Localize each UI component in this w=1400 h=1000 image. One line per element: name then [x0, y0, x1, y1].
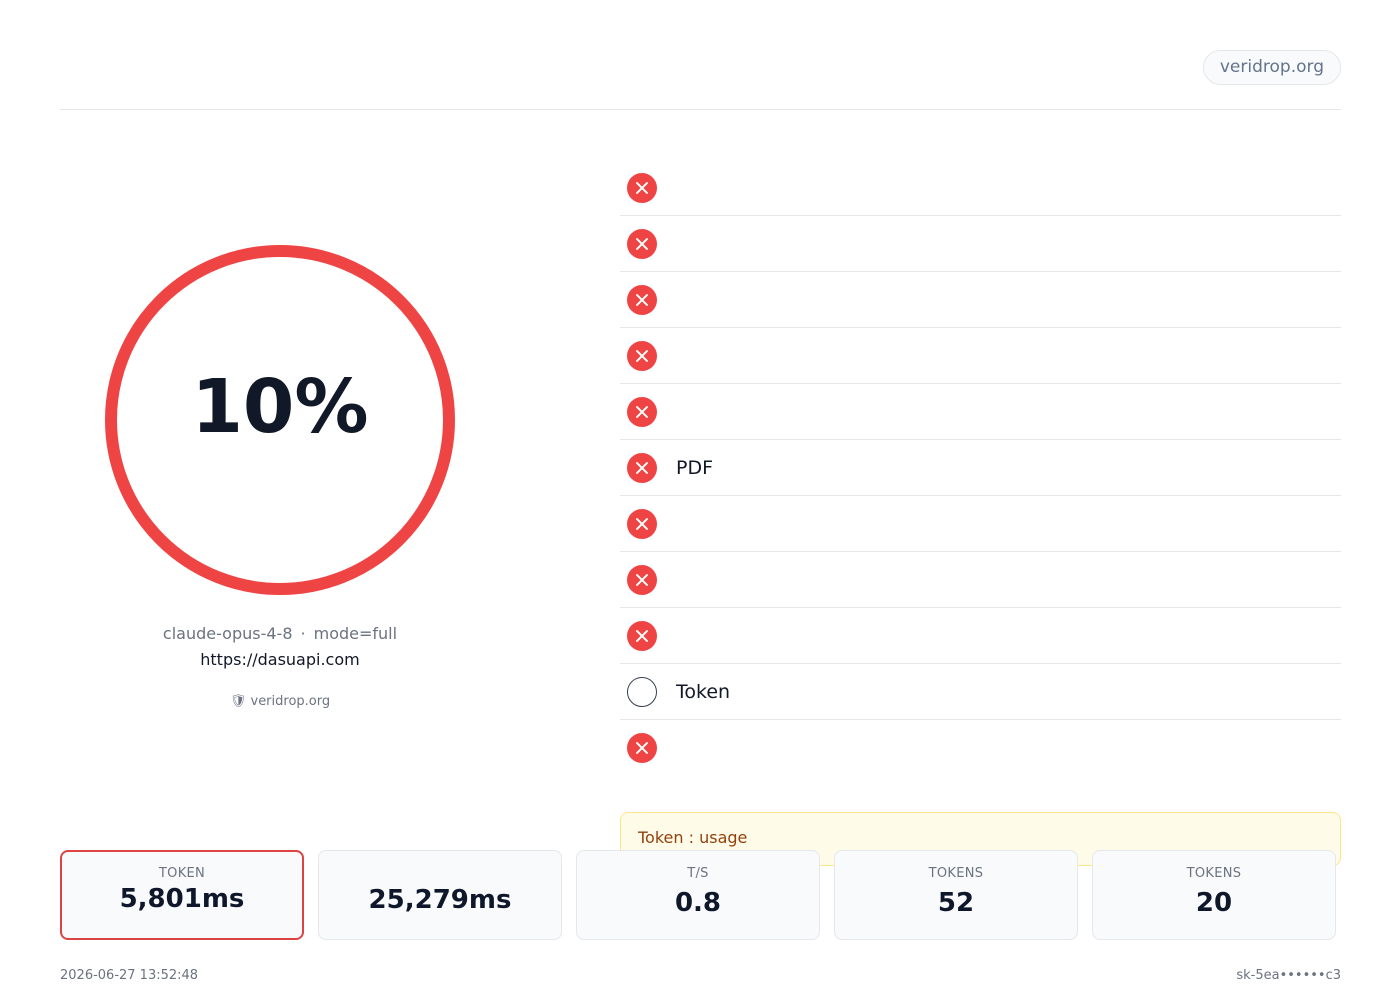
footer-timestamp: 2026-06-27 13:52:48: [60, 968, 199, 983]
stat-label: TOKENS: [928, 866, 984, 881]
fail-x-icon: [627, 285, 657, 315]
fail-x-icon: [627, 621, 657, 651]
model-separator: ·: [300, 624, 306, 643]
stat-card-tps: T/S 0.8: [576, 850, 820, 940]
check-name: PDF: [676, 457, 714, 479]
check-row: [620, 216, 1341, 272]
check-row: [620, 160, 1341, 216]
check-row: [620, 496, 1341, 552]
check-list: PDF Token: [620, 160, 1341, 776]
fail-x-icon: [627, 733, 657, 763]
stat-card-total-time: 25,279ms: [318, 850, 562, 940]
fail-x-icon: [627, 229, 657, 259]
fail-x-icon: [627, 565, 657, 595]
stat-value: 0.8: [674, 888, 722, 918]
score-ring: 10%: [104, 244, 456, 596]
stat-label: TOKEN: [158, 866, 206, 881]
fail-x-icon: [627, 341, 657, 371]
footer-key: sk-5ea••••••c3: [1236, 968, 1341, 983]
check-row: [620, 552, 1341, 608]
check-row: [620, 328, 1341, 384]
stat-value: 5,801ms: [119, 884, 245, 914]
score-value: 10%: [191, 364, 369, 450]
pending-circle-icon: [627, 677, 657, 707]
check-row: [620, 272, 1341, 328]
check-row: [620, 608, 1341, 664]
check-row: Token: [620, 664, 1341, 720]
model-name: claude-opus-4-8: [162, 624, 293, 643]
stat-label: TOKENS: [1186, 866, 1242, 881]
check-row: [620, 720, 1341, 776]
fail-x-icon: [627, 173, 657, 203]
model-mode: mode=full: [313, 624, 398, 643]
stat-card-first-token: TOKEN 5,801ms: [60, 850, 304, 940]
powered-by[interactable]: 🛡 veridrop.org: [60, 694, 500, 709]
endpoint-url: https://dasuapi.com: [200, 650, 360, 669]
model-info: claude-opus-4-8 · mode=full: [60, 624, 500, 643]
stat-card-input-tokens: TOKENS 52: [834, 850, 1078, 940]
fail-x-icon: [627, 397, 657, 427]
check-row: PDF: [620, 440, 1341, 496]
stat-value: 52: [937, 888, 975, 918]
fail-x-icon: [627, 509, 657, 539]
domain-badge[interactable]: veridrop.org: [1202, 50, 1341, 85]
header: veridrop.org: [60, 48, 1341, 110]
fail-x-icon: [627, 453, 657, 483]
stat-value: 20: [1195, 888, 1233, 918]
stat-value: 25,279ms: [368, 885, 512, 915]
check-row: [620, 384, 1341, 440]
stat-card-output-tokens: TOKENS 20: [1092, 850, 1336, 940]
check-name: Token: [676, 681, 731, 703]
stat-label: T/S: [687, 866, 709, 881]
